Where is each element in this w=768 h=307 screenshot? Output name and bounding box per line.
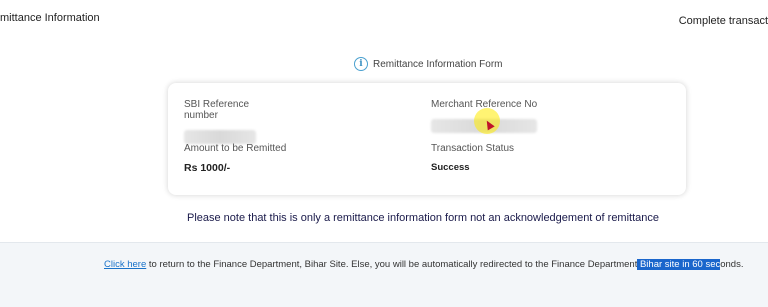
status-label: Transaction Status xyxy=(431,143,515,154)
status-field: Transaction Status Success xyxy=(431,143,514,173)
remittance-card: SBI Reference number Merchant Reference … xyxy=(168,83,686,195)
sbi-reference-field: SBI Reference number xyxy=(184,99,274,144)
footer: Click here to return to the Finance Depa… xyxy=(0,242,768,307)
remittance-notice: Please note that this is only a remittan… xyxy=(186,212,660,224)
sbi-reference-label: SBI Reference number xyxy=(184,99,250,121)
amount-field: Amount to be Remitted Rs 1000/- xyxy=(184,143,286,174)
page-title: mittance Information xyxy=(0,12,100,24)
form-title: i Remittance Information Form xyxy=(354,57,503,71)
redirect-message: Click here to return to the Finance Depa… xyxy=(104,259,743,270)
click-here-link[interactable]: Click here xyxy=(104,259,146,270)
sbi-reference-redacted xyxy=(184,130,256,144)
form-title-label: Remittance Information Form xyxy=(373,58,503,70)
highlighted-text: Bihar site in 60 sec xyxy=(637,259,721,270)
redirect-text-end: onds. xyxy=(720,259,744,270)
complete-transaction-text: Complete transact xyxy=(678,15,768,27)
info-icon: i xyxy=(354,57,368,71)
redirect-text: to return to the Finance Department, Bih… xyxy=(146,259,638,270)
amount-value: Rs 1000/- xyxy=(184,162,231,174)
amount-label: Amount to be Remitted xyxy=(184,143,287,154)
status-value: Success xyxy=(431,162,470,173)
